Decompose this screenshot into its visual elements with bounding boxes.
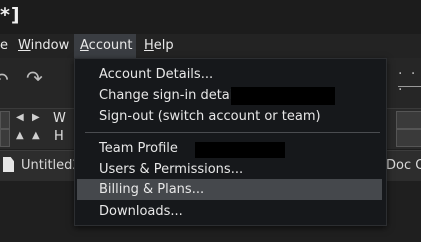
account-menu: Account Details... Change sign-in detail… [74, 58, 387, 226]
redacted-block [231, 87, 335, 105]
arrow-up-icon[interactable]: ▲ [16, 130, 24, 141]
menu-help-underlined: H [144, 38, 154, 53]
toolbar-divider [398, 86, 421, 87]
width-label: W [53, 111, 66, 126]
menu-account-underlined: A [80, 38, 89, 53]
menu-item-billing-plans[interactable]: Billing & Plans... [77, 179, 382, 200]
redo-icon[interactable]: ↷ [26, 66, 43, 90]
menu-item-label: Billing & Plans... [99, 182, 205, 197]
tab-doc[interactable]: Doc O [386, 158, 421, 173]
menu-window-label: indow [30, 38, 70, 53]
document-icon [3, 157, 14, 172]
arrow-up-small-icon[interactable]: ▲ [32, 130, 40, 141]
more-dots-icon[interactable]: · · · [398, 66, 421, 98]
format-right-field-top[interactable] [396, 111, 421, 129]
title-bar: *] [0, 0, 421, 34]
menu-item-users-permissions[interactable]: Users & Permissions... [77, 159, 382, 180]
menu-item-account-details[interactable]: Account Details... [77, 64, 382, 85]
menu-window-underlined: W [18, 38, 31, 53]
redacted-block [195, 142, 285, 158]
menu-item-label: Downloads... [99, 204, 183, 219]
menu-item-label: Users & Permissions... [99, 162, 244, 177]
menu-item-label: Change sign-in details [99, 88, 244, 103]
format-field-bottom[interactable] [0, 129, 10, 147]
arrow-right-icon[interactable]: ▶ [32, 112, 40, 123]
menu-item-label: Team Profile [99, 141, 178, 156]
menu-item-label: Sign-out (switch account or team) [99, 109, 321, 124]
menu-edit-underlined: e [0, 38, 8, 53]
menu-account-label: ccount [88, 38, 133, 53]
tab-untitled2[interactable]: Untitled2 [21, 158, 81, 173]
menu-bar: e Window Account Help [0, 34, 421, 58]
menu-item-label: Account Details... [99, 67, 214, 82]
window-title: *] [0, 4, 21, 26]
height-label: H [54, 129, 64, 144]
format-right-field-bottom[interactable] [396, 129, 421, 147]
menu-item-sign-out[interactable]: Sign-out (switch account or team) [77, 106, 382, 127]
menu-separator [85, 132, 380, 133]
undo-icon[interactable]: ↶ [0, 68, 9, 92]
menu-help[interactable]: Help [138, 34, 180, 58]
menu-window[interactable]: Window [12, 34, 75, 58]
menu-item-downloads[interactable]: Downloads... [77, 201, 382, 222]
menu-help-label: elp [153, 38, 174, 53]
arrow-left-icon[interactable]: ◀ [16, 112, 24, 123]
menu-item-change-sign-in[interactable]: Change sign-in details [77, 85, 382, 106]
format-field-top[interactable] [0, 111, 10, 129]
menu-account[interactable]: Account [74, 34, 136, 58]
